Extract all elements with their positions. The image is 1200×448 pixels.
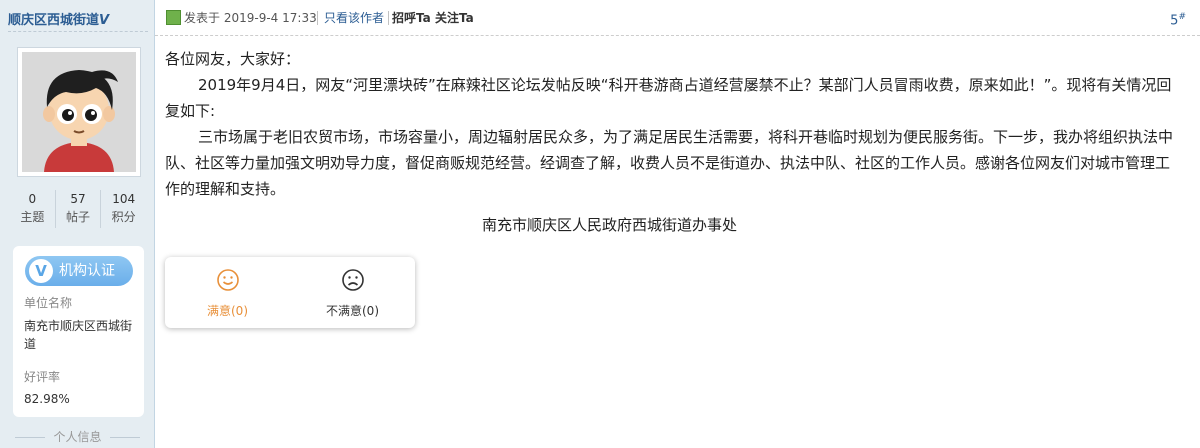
author-stats: 0 主题 57 帖子 104 积分: [10, 190, 146, 228]
avatar[interactable]: [17, 47, 141, 177]
avatar-icon: [22, 52, 136, 172]
certification-badge-label: 机构认证: [59, 263, 115, 279]
follow-link[interactable]: 关注Ta: [435, 10, 474, 26]
author-name: 顺庆区西城街道: [8, 13, 100, 28]
stat-points-value: 104: [112, 192, 136, 206]
post-time-value: 2019-9-4 17:33: [223, 11, 317, 25]
post-time-prefix: 发表于: [184, 11, 221, 25]
personal-info-toggle[interactable]: 个人信息: [0, 428, 155, 445]
floor-mark: #: [1178, 12, 1186, 22]
post-time: 发表于 2019-9-4 17:33: [184, 10, 317, 26]
author-sidebar: 顺庆区西城街道V 0 主题 57 帖子 104 积分 V 机构认证 单位名称 南…: [0, 0, 155, 448]
stat-posts-label: 帖子: [66, 210, 91, 224]
stat-points[interactable]: 104 积分: [100, 190, 146, 228]
divider: [8, 31, 148, 32]
online-status-icon: [166, 10, 181, 25]
divider: [388, 11, 389, 25]
rating-rate-label: 好评率: [24, 370, 61, 384]
post-header: 发表于 2019-9-4 17:33 只看该作者 招呼Ta 关注Ta 5#: [155, 0, 1200, 36]
certification-badge[interactable]: V 机构认证: [25, 256, 133, 286]
frown-icon: [342, 269, 364, 291]
author-name-link[interactable]: 顺庆区西城街道V: [8, 9, 109, 28]
stat-points-label: 积分: [111, 210, 136, 224]
stat-posts-value: 57: [70, 192, 86, 206]
unit-name-value: 南充市顺庆区西城街道: [24, 319, 133, 351]
satisfied-button[interactable]: 满意(0): [165, 257, 290, 328]
satisfied-label: 满意(0): [207, 304, 248, 318]
post-content: 各位网友，大家好： 2019年9月4日，网友“河里漂块砖”在麻辣社区论坛发帖反映…: [165, 46, 1175, 202]
unit-name-label: 单位名称: [24, 296, 73, 310]
post-frame: 顺庆区西城街道V 0 主题 57 帖子 104 积分 V 机构认证 单位名称 南…: [0, 0, 1200, 448]
divider: [317, 11, 318, 25]
post-signature: 南充市顺庆区人民政府西城街道办事处: [482, 216, 738, 234]
stat-threads[interactable]: 0 主题: [10, 190, 55, 228]
verified-badge: V: [99, 13, 110, 28]
only-author-link[interactable]: 只看该作者: [324, 10, 384, 26]
floor-number-link[interactable]: 5#: [1170, 12, 1186, 28]
unsatisfied-button[interactable]: 不满意(0): [290, 257, 415, 328]
greet-link[interactable]: 招呼Ta: [392, 10, 431, 26]
verified-v-icon: V: [29, 259, 53, 283]
post-paragraph: 三市场属于老旧农贸市场，市场容量小，周边辐射居民众多，为了满足居民生活需要，将科…: [165, 128, 1174, 198]
rating-rate-value: 82.98%: [24, 392, 70, 406]
unsatisfied-label: 不满意(0): [326, 304, 379, 318]
post-paragraph: 2019年9月4日，网友“河里漂块砖”在麻辣社区论坛发帖反映“科开巷游商占道经营…: [165, 76, 1172, 120]
stat-threads-value: 0: [28, 192, 37, 206]
stat-threads-label: 主题: [20, 210, 45, 224]
rating-card: 满意(0) 不满意(0): [165, 257, 415, 328]
post-paragraph: 各位网友，大家好：: [165, 50, 301, 68]
stat-posts[interactable]: 57 帖子: [54, 190, 101, 228]
certification-card: V 机构认证 单位名称 南充市顺庆区西城街道 好评率 82.98%: [13, 246, 144, 417]
smile-icon: [217, 269, 239, 291]
